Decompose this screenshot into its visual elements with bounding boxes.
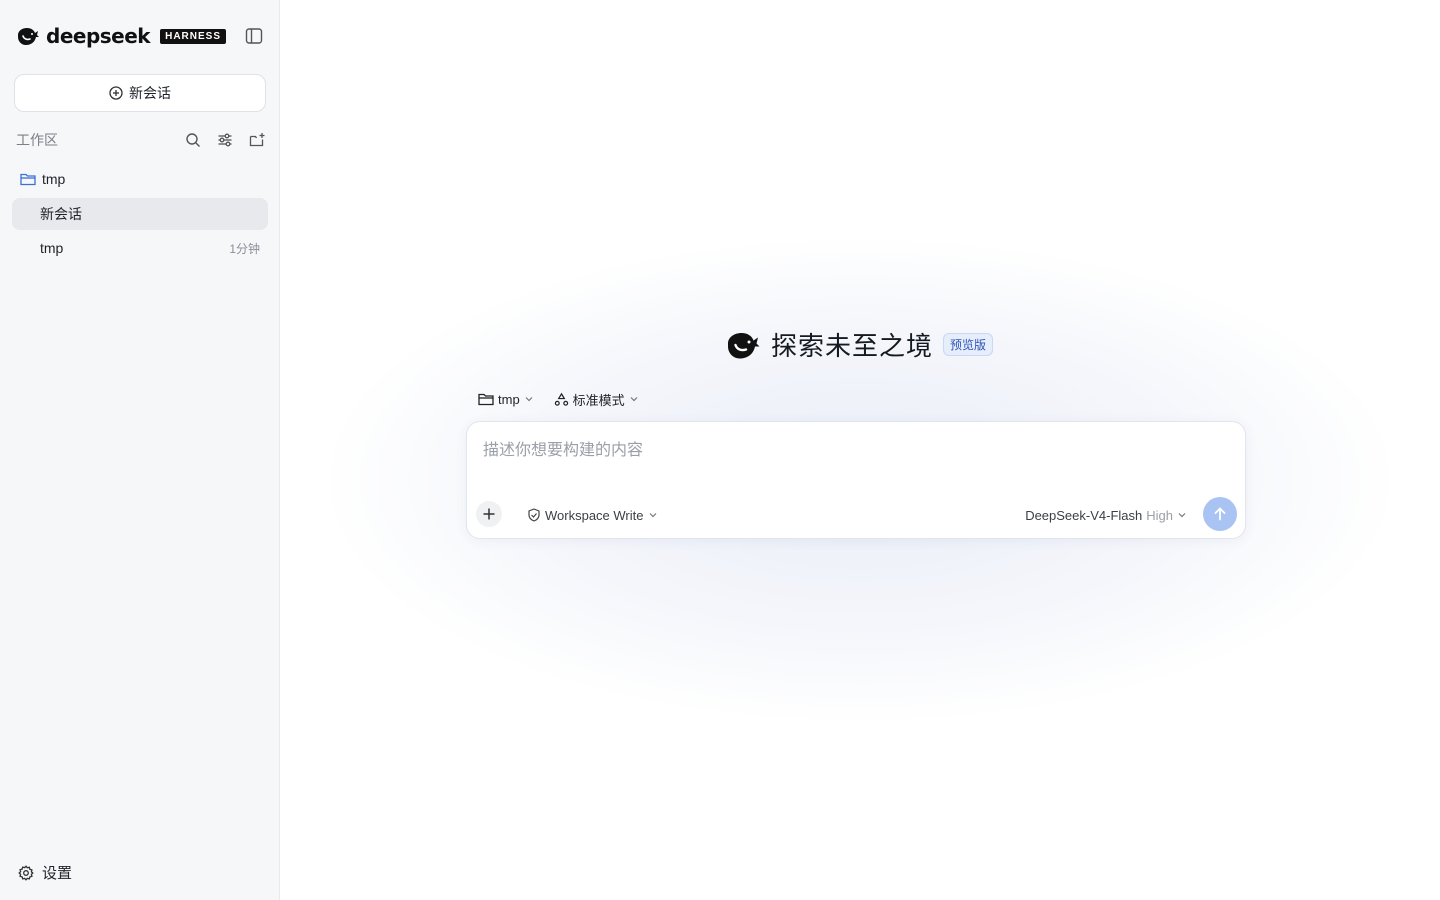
model-effort: High xyxy=(1146,507,1173,523)
settings-button[interactable]: 设置 xyxy=(18,862,72,883)
workspace-header: 工作区 xyxy=(16,130,266,150)
whale-logo-icon xyxy=(18,28,39,45)
mode-selector-label: 标准模式 xyxy=(572,392,625,408)
session-title: 新会话 xyxy=(40,206,82,222)
settings-label: 设置 xyxy=(42,865,73,882)
session-item[interactable]: tmp 1分钟 xyxy=(12,232,268,264)
new-folder-button[interactable] xyxy=(248,131,266,149)
attach-button[interactable] xyxy=(476,501,502,527)
shield-check-icon xyxy=(528,508,540,522)
sliders-icon xyxy=(218,133,232,147)
brand-logo: deepseek HARNESS xyxy=(16,24,227,48)
plus-circle-icon xyxy=(109,86,123,100)
folder-selector[interactable]: tmp xyxy=(478,389,534,409)
session-title: tmp xyxy=(40,240,64,256)
sidebar-toggle-icon xyxy=(245,28,263,44)
model-name: DeepSeek-V4-Flash xyxy=(1025,507,1143,523)
arrow-up-icon xyxy=(1214,507,1226,521)
permission-selector[interactable]: Workspace Write xyxy=(527,506,658,524)
hero-title: 探索未至之境 xyxy=(771,331,934,361)
chevron-down-icon xyxy=(630,397,638,402)
model-selector[interactable]: DeepSeek-V4-Flash High xyxy=(1025,506,1187,524)
folder-icon xyxy=(478,393,494,406)
brand-tag: HARNESS xyxy=(160,28,227,44)
filter-button[interactable] xyxy=(216,131,234,149)
chevron-down-icon xyxy=(525,397,533,402)
whale-logo-icon xyxy=(728,332,760,358)
new-chat-button[interactable]: 新会话 xyxy=(14,74,266,112)
preview-badge: 预览版 xyxy=(943,333,994,356)
session-time: 1分钟 xyxy=(229,241,260,256)
mode-selector[interactable]: 标准模式 xyxy=(554,389,639,409)
folder-plus-icon xyxy=(249,133,264,147)
workspace-title: 工作区 xyxy=(16,132,58,148)
recycle-mode-icon xyxy=(554,392,568,406)
gear-icon xyxy=(18,864,34,881)
composer: Workspace Write DeepSeek-V4-Flash High xyxy=(466,421,1246,539)
chevron-down-icon xyxy=(649,513,656,518)
permission-label: Workspace Write xyxy=(545,507,644,523)
session-item[interactable]: 新会话 xyxy=(12,198,268,230)
prompt-input[interactable] xyxy=(483,436,1223,476)
folder-selector-label: tmp xyxy=(498,391,520,407)
sidebar-toggle-button[interactable] xyxy=(244,26,264,46)
new-chat-label: 新会话 xyxy=(129,85,171,101)
folder-icon xyxy=(20,173,36,186)
context-chips: tmp 标准模式 xyxy=(478,389,639,409)
sidebar: deepseek HARNESS 新会话 工作区 tmp 新会话 tmp 1分钟… xyxy=(0,0,280,900)
brand-name: deepseek xyxy=(46,24,151,48)
hero: 探索未至之境 预览版 xyxy=(725,326,994,363)
search-button[interactable] xyxy=(184,131,202,149)
folder-name: tmp xyxy=(42,171,66,187)
chevron-down-icon xyxy=(1178,513,1186,518)
send-button[interactable] xyxy=(1203,497,1237,531)
main-area: 探索未至之境 预览版 tmp 标准模式 描述你想要构建的内容 Workspace… xyxy=(280,0,1440,900)
plus-icon xyxy=(483,508,495,520)
search-icon xyxy=(186,133,200,147)
workspace-folder-tmp[interactable]: tmp xyxy=(20,169,65,189)
